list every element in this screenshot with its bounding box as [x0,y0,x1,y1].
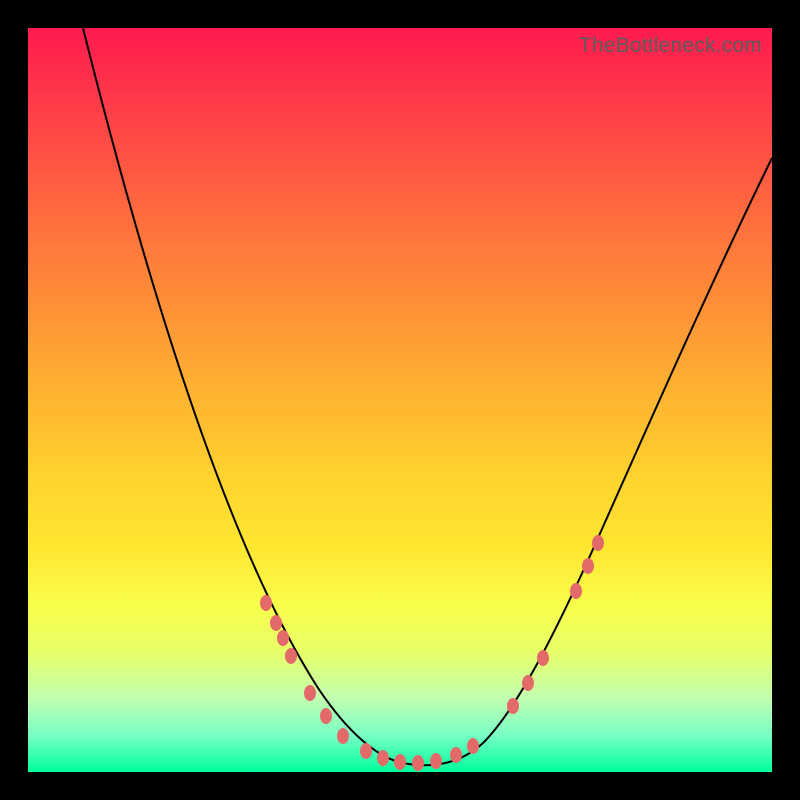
marker-dot [360,743,372,759]
marker-dot [582,558,594,574]
marker-dot [394,754,406,770]
marker-dot [304,685,316,701]
optimal-range-dots [260,535,604,771]
marker-dot [430,753,442,769]
marker-dot [377,750,389,766]
marker-dot [285,648,297,664]
marker-dot [467,738,479,754]
chart-svg [28,28,772,772]
marker-dot [270,615,282,631]
marker-dot [522,675,534,691]
marker-dot [337,728,349,744]
marker-dot [412,755,424,771]
marker-dot [450,747,462,763]
marker-dot [537,650,549,666]
chart-frame: TheBottleneck.com [28,28,772,772]
marker-dot [507,698,519,714]
marker-dot [570,583,582,599]
marker-dot [592,535,604,551]
marker-dot [277,630,289,646]
marker-dot [260,595,272,611]
marker-dot [320,708,332,724]
bottleneck-curve [83,28,772,765]
